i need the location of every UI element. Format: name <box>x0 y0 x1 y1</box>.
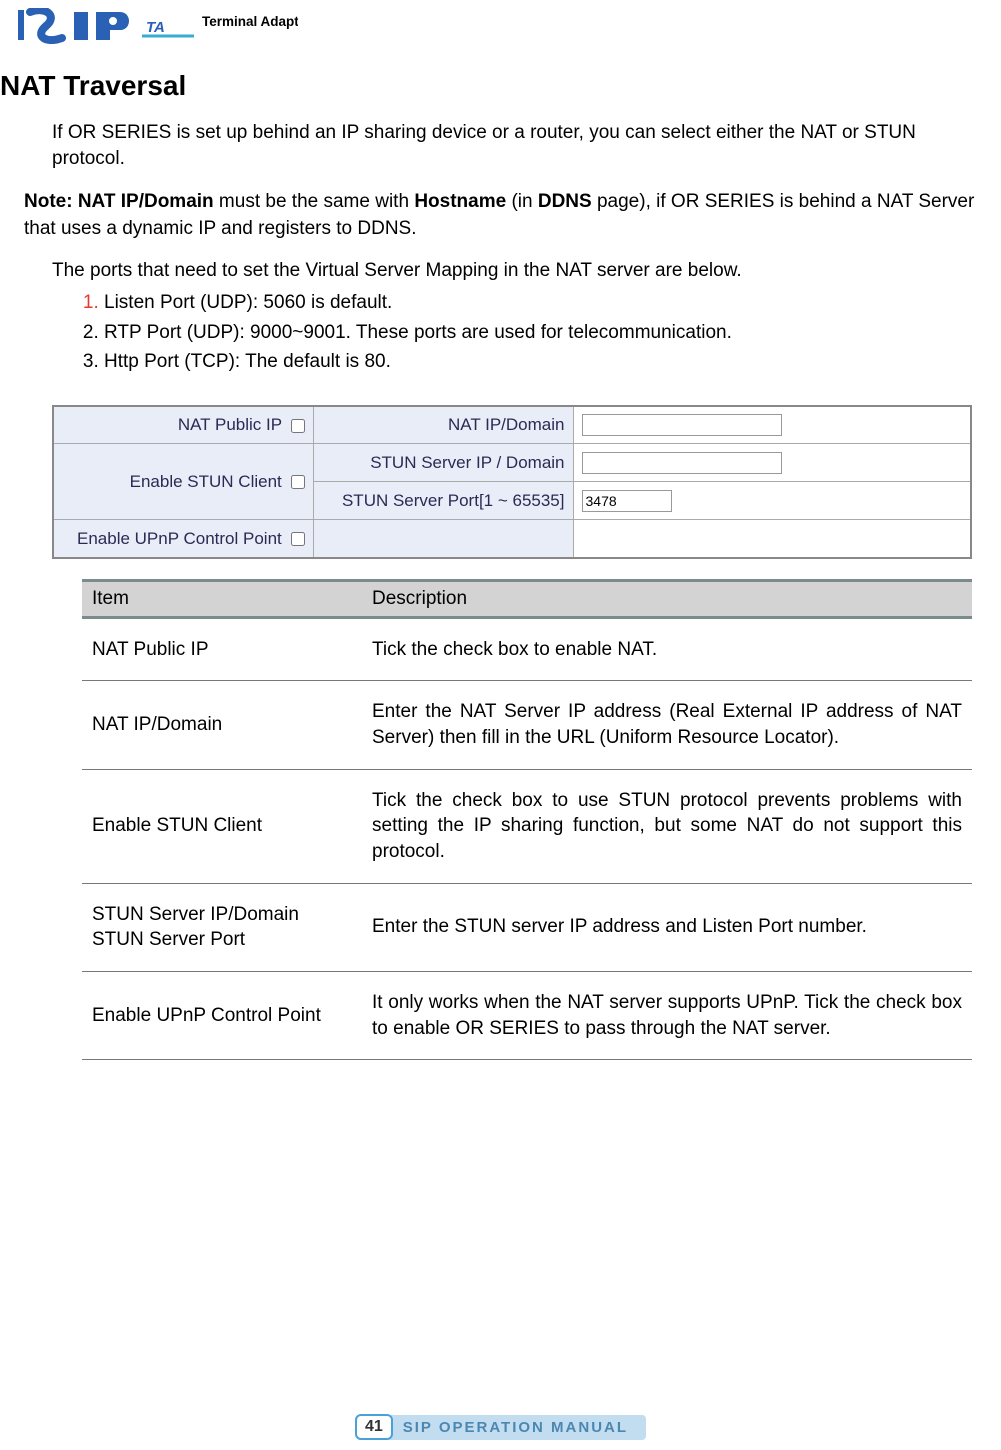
list-item: RTP Port (UDP): 9000~9001. These ports a… <box>104 318 977 347</box>
nat-ip-domain-input[interactable] <box>582 414 782 436</box>
table-row: NAT Public IP Tick the check box to enab… <box>82 617 972 681</box>
logo-sip-ta: TA Terminal Adapter <box>18 8 298 44</box>
table-row: STUN Server IP/Domain STUN Server Port E… <box>82 883 972 971</box>
list-item: Http Port (TCP): The default is 80. <box>104 347 977 376</box>
stun-port-label: STUN Server Port[1 ~ 65535] <box>313 482 573 520</box>
intro-text: If OR SERIES is set up behind an IP shar… <box>52 120 977 171</box>
ports-list: Listen Port (UDP): 5060 is default. RTP … <box>70 288 977 376</box>
enable-upnp-label: Enable UPnP Control Point <box>53 520 313 558</box>
note-text: Note: NAT IP/Domain must be the same wit… <box>24 189 977 242</box>
header-item: Item <box>82 580 362 617</box>
table-row: Enable UPnP Control Point It only works … <box>82 971 972 1059</box>
stun-port-input[interactable] <box>582 490 672 512</box>
header-description: Description <box>362 580 972 617</box>
enable-stun-label: Enable STUN Client <box>53 444 313 520</box>
enable-upnp-checkbox[interactable] <box>291 532 305 546</box>
svg-text:TA: TA <box>146 19 165 36</box>
header: TA Terminal Adapter <box>0 0 1001 44</box>
terminal-adapter-label: Terminal Adapter <box>202 14 298 29</box>
nat-ip-domain-label: NAT IP/Domain <box>313 406 573 444</box>
ports-intro: The ports that need to set the Virtual S… <box>52 260 977 282</box>
nat-form: NAT Public IP NAT IP/Domain Enable STUN … <box>52 405 977 559</box>
table-row: Enable STUN Client Tick the check box to… <box>82 769 972 883</box>
description-table: Item Description NAT Public IP Tick the … <box>82 579 972 1060</box>
enable-stun-checkbox[interactable] <box>291 475 305 489</box>
footer: 41 SIP OPERATION MANUAL <box>0 1414 1001 1440</box>
stun-server-ip-label: STUN Server IP / Domain <box>313 444 573 482</box>
page-number: 41 <box>355 1414 393 1440</box>
manual-title: SIP OPERATION MANUAL <box>389 1415 646 1440</box>
nat-public-ip-label: NAT Public IP <box>53 406 313 444</box>
list-item: Listen Port (UDP): 5060 is default. <box>104 288 977 317</box>
nat-public-ip-checkbox[interactable] <box>291 419 305 433</box>
table-row: NAT IP/Domain Enter the NAT Server IP ad… <box>82 681 972 769</box>
page-title: NAT Traversal <box>0 70 977 102</box>
stun-server-ip-input[interactable] <box>582 452 782 474</box>
